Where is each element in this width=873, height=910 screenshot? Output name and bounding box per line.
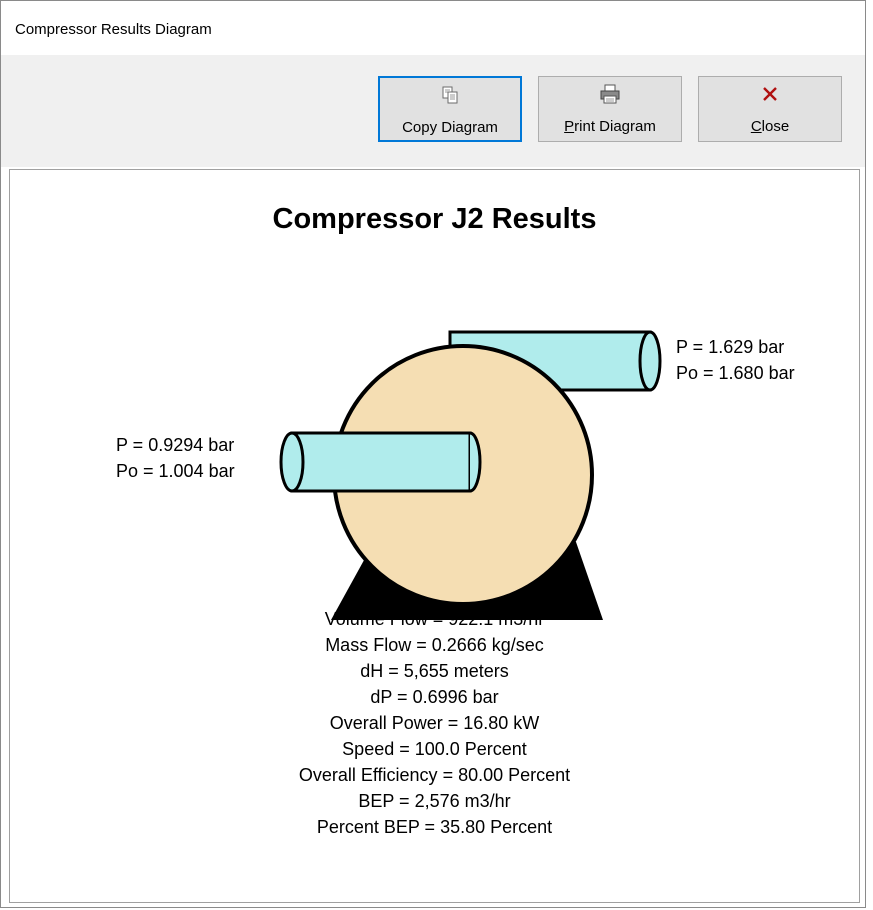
inlet-static-pressure: P = 0.9294 bar — [116, 435, 235, 455]
toolbar: Copy Diagram Print Diagram Close — [1, 55, 865, 167]
close-x-icon — [699, 82, 841, 106]
results-list: Volume Flow = 922.1 m3/hr Mass Flow = 0.… — [10, 606, 859, 840]
result-overall-power: Overall Power = 16.80 kW — [329, 713, 540, 733]
result-overall-efficiency: Overall Efficiency = 80.00 Percent — [298, 765, 571, 785]
printer-icon — [539, 82, 681, 106]
copy-diagram-label: Copy Diagram — [402, 119, 498, 136]
compressor-results-window: Compressor Results Diagram Copy Diagram — [0, 0, 866, 908]
close-label: Close — [750, 118, 790, 135]
result-percent-bep: Percent BEP = 35.80 Percent — [316, 817, 553, 837]
outlet-stagnation-pressure: Po = 1.680 bar — [676, 363, 795, 383]
result-dp: dP = 0.6996 bar — [370, 687, 499, 707]
title-bar[interactable]: Compressor Results Diagram — [1, 1, 865, 55]
copy-diagram-button[interactable]: Copy Diagram — [378, 76, 522, 142]
print-diagram-button[interactable]: Print Diagram — [538, 76, 682, 142]
inlet-stagnation-pressure: Po = 1.004 bar — [116, 461, 235, 481]
result-mass-flow: Mass Flow = 0.2666 kg/sec — [325, 635, 544, 655]
print-diagram-label: Print Diagram — [564, 118, 656, 135]
copy-icon — [380, 83, 520, 107]
outlet-pressure-labels: P = 1.629 bar Po = 1.680 bar — [676, 334, 795, 386]
result-bep: BEP = 2,576 m3/hr — [358, 791, 511, 811]
outlet-static-pressure: P = 1.629 bar — [676, 337, 785, 357]
result-speed: Speed = 100.0 Percent — [342, 739, 527, 759]
inlet-pressure-labels: P = 0.9294 bar Po = 1.004 bar — [116, 432, 235, 484]
result-dh: dH = 5,655 meters — [360, 661, 509, 681]
window-title: Compressor Results Diagram — [15, 21, 212, 38]
close-button[interactable]: Close — [698, 76, 842, 142]
inlet-pipe — [279, 431, 482, 493]
diagram-panel: Compressor J2 Results P = 0.9294 bar Po … — [9, 169, 860, 903]
result-volume-flow: Volume Flow = 922.1 m3/hr — [324, 609, 545, 629]
